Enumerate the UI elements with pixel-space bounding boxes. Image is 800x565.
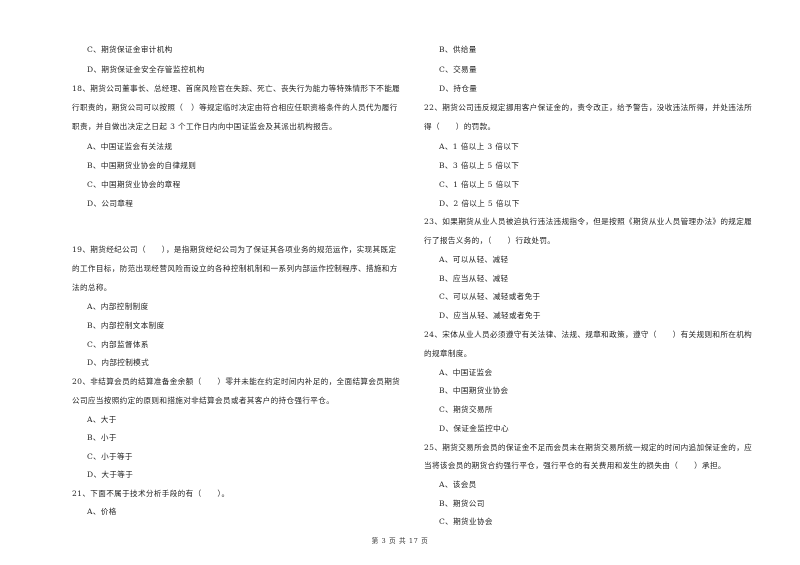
question-19-stem: 19、期货经纪公司（ ），是指期货经纪公司为了保证其各项业务的规范运作，实现其既…: [72, 245, 397, 254]
question-22-stem: 22、期货公司违反规定挪用客户保证金的，责令改正，给予警告，没收违法所得，并处违…: [424, 103, 753, 112]
option-q23-c: C、可以从轻、减轻或者免于: [439, 292, 541, 301]
question-25-stem: 当将该会员的期货合约强行平仓，强行平仓的有关费用和发生的损失由（ ）承担。: [424, 461, 726, 470]
option-q20-b: B、小于: [87, 433, 117, 442]
option-q18-d: D、公司章程: [87, 199, 134, 208]
option-q19-a: A、内部控制制度: [87, 302, 149, 311]
option-q17-d: D、期货保证金安全存管监控机构: [87, 65, 205, 74]
option-q22-c: C、1 倍以上 5 倍以下: [439, 180, 520, 189]
option-q23-a: A、可以从轻、减轻: [439, 255, 509, 264]
option-q19-d: D、内部控制模式: [87, 358, 150, 367]
question-19-stem: 的工作目标，防范出现经营风险而设立的各种控制机制和一系列内部运作控制程序、措施和…: [72, 264, 398, 273]
option-q17-c: C、期货保证金审计机构: [87, 45, 173, 54]
question-21-stem: 21、下面不属于技术分析手段的有（ ）。: [72, 489, 230, 498]
option-q20-d: D、大于等于: [87, 470, 134, 479]
option-q20-c: C、小于等于: [87, 452, 133, 461]
question-18-stem: 职责，并自做出决定之日起 3 个工作日内向中国证监会及其派出机构报告。: [72, 122, 337, 131]
question-23-stem: 行了报告义务的，（ ）行政处罚。: [424, 236, 556, 245]
question-24-stem: 24、宋体从业人员必须遵守有关法律、法规、规章和政策，遵守（ ）有关规则和所在机…: [424, 330, 753, 339]
question-23-stem: 23、如果期货从业人员被迫执行违法违规指令，但是按照《期货从业人员管理办法》的规…: [424, 217, 753, 226]
question-19-stem: 法的总称。: [72, 283, 112, 292]
option-q23-d: D、应当从轻、减轻或者免于: [439, 311, 541, 320]
question-20-stem: 公司应当按照约定的原则和措施对非结算会员或者其客户的持仓强行平仓。: [72, 396, 335, 405]
option-q25-b: B、期货公司: [439, 499, 485, 508]
option-q19-c: C、内部监督体系: [87, 340, 149, 349]
option-q24-a: A、中国证监会: [439, 368, 493, 377]
option-q21-b: B、供给量: [439, 45, 477, 54]
option-q24-b: B、中国期货业协会: [439, 386, 509, 395]
option-q23-b: B、应当从轻、减轻: [439, 274, 509, 283]
option-q18-c: C、中国期货业协会的章程: [87, 180, 181, 189]
option-q21-c: C、交易量: [439, 65, 477, 74]
question-22-stem: 得（ ）的罚款。: [424, 122, 496, 131]
option-q20-a: A、大于: [87, 415, 117, 424]
option-q25-a: A、该会员: [439, 480, 477, 489]
option-q21-d: D、持仓量: [439, 84, 478, 93]
page-number-footer: 第 3 页 共 17 页: [371, 537, 429, 545]
option-q22-a: A、1 倍以上 3 倍以下: [439, 142, 520, 151]
question-25-stem: 25、期货交易所会员的保证金不足而会员未在期货交易所统一规定的时间内追加保证金的…: [424, 443, 753, 452]
option-q25-c: C、期货业协会: [439, 517, 493, 526]
option-q24-d: D、保证金监控中心: [439, 424, 509, 433]
option-q24-c: C、期货交易所: [439, 405, 493, 414]
option-q21-a: A、价格: [87, 507, 117, 516]
option-q18-b: B、中国期货业协会的自律规则: [87, 161, 197, 170]
question-20-stem: 20、非结算会员的结算准备金余额（ ）零并未能在约定时间内补足的，全面结算会员期…: [72, 377, 401, 386]
question-24-stem: 的规章制度。: [424, 349, 472, 358]
option-q19-b: B、内部控制文本制度: [87, 321, 165, 330]
option-q22-d: D、2 倍以上 5 倍以下: [439, 199, 520, 208]
option-q18-a: A、中国证监会有关法规: [87, 142, 173, 151]
question-18-stem: 行职责的，期货公司可以按照（ ）等规定临时决定由符合相应任职资格条件的人员代为履…: [72, 103, 398, 112]
question-18-stem: 18、期货公司董事长、总经理、首席风险官在失踪、死亡、丧失行为能力等特殊情形下不…: [72, 84, 401, 93]
option-q22-b: B、3 倍以上 5 倍以下: [439, 161, 520, 170]
